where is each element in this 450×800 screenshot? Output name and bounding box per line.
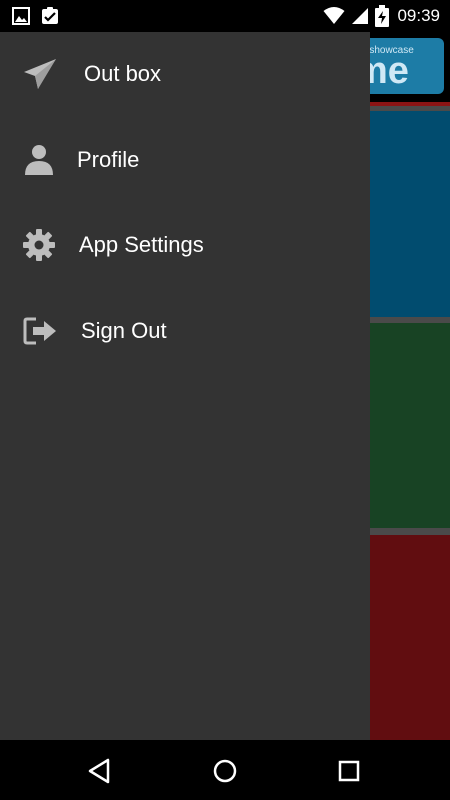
menu-label-app-settings: App Settings <box>79 232 204 257</box>
menu-item-out-box[interactable]: Out box <box>0 34 370 114</box>
menu-label-profile: Profile <box>77 147 140 172</box>
home-icon[interactable] <box>208 754 242 788</box>
status-time: 09:39 <box>397 6 440 25</box>
menu-label-sign-out: Sign Out <box>81 318 167 343</box>
clipboard-check-icon <box>42 7 58 24</box>
paper-plane-icon <box>24 59 56 89</box>
status-bar: 09:39 <box>0 0 450 32</box>
menu-label-out-box: Out box <box>84 61 162 86</box>
recents-icon[interactable] <box>332 754 366 788</box>
system-nav-bar <box>0 740 450 800</box>
back-icon[interactable] <box>82 754 116 788</box>
user-icon <box>25 145 53 175</box>
sign-out-icon <box>23 317 56 345</box>
wifi-icon <box>323 7 345 24</box>
menu-item-sign-out[interactable]: Sign Out <box>0 291 370 371</box>
battery-charging-icon <box>375 5 390 27</box>
navigation-drawer: Out box Profile App Settings Sign Out <box>0 32 370 740</box>
gear-icon <box>23 229 55 261</box>
image-icon <box>12 7 30 25</box>
menu-item-app-settings[interactable]: App Settings <box>0 205 370 285</box>
menu-item-profile[interactable]: Profile <box>0 120 370 200</box>
signal-icon <box>352 8 369 24</box>
